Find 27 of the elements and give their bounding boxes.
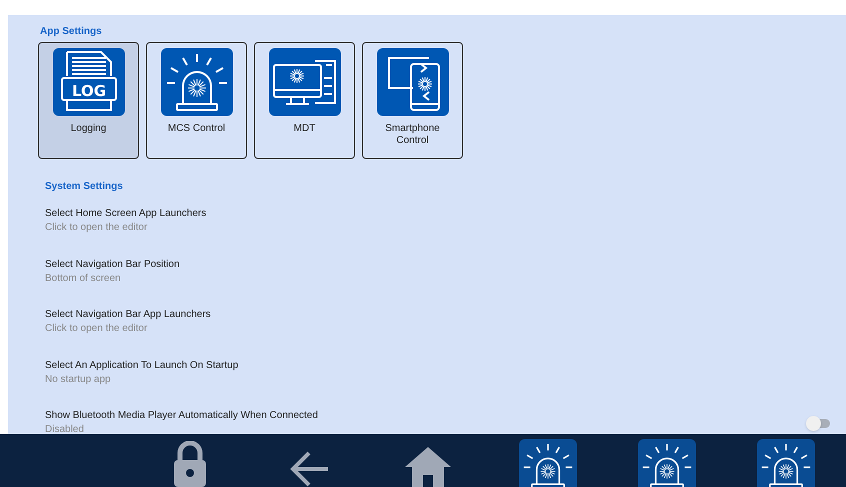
siren-icon[interactable] (757, 439, 816, 487)
siren-icon[interactable] (518, 439, 577, 487)
computer-icon (268, 48, 340, 116)
setting-title[interactable]: Select An Application To Launch On Startup (45, 358, 238, 373)
section-title: System Settings (45, 180, 123, 194)
setting-value: Click to open the editor (45, 322, 148, 336)
setting-value: Disabled (45, 423, 84, 434)
setting-title[interactable]: Select Home Screen App Launchers (45, 207, 206, 222)
setting-value: Click to open the editor (45, 221, 148, 236)
siren-icon[interactable] (638, 439, 696, 487)
app-tile[interactable]: MCS Control (146, 42, 247, 159)
log-file-icon: LOG (52, 48, 124, 116)
lock-icon[interactable] (172, 441, 208, 487)
setting-value: Bottom of screen (45, 272, 121, 286)
section-title: App Settings (40, 25, 102, 39)
setting-title[interactable]: Select Navigation Bar App Launchers (45, 308, 211, 322)
app-tile[interactable]: MDT (254, 42, 355, 159)
setting-title[interactable]: Show Bluetooth Media Player Automatically When Connected (45, 409, 318, 424)
tablet-and-phone-icon (376, 48, 448, 116)
toggle-switch[interactable] (808, 418, 830, 428)
back-arrow-icon[interactable] (288, 451, 329, 487)
setting-title[interactable]: Select Navigation Bar Position (45, 258, 180, 272)
setting-value: No startup app (45, 372, 111, 387)
app-tile[interactable]: LOG Logging (38, 42, 139, 159)
home-icon[interactable] (404, 445, 452, 487)
app-tile[interactable]: Smartphone Control (362, 42, 463, 159)
siren-icon (160, 48, 232, 116)
